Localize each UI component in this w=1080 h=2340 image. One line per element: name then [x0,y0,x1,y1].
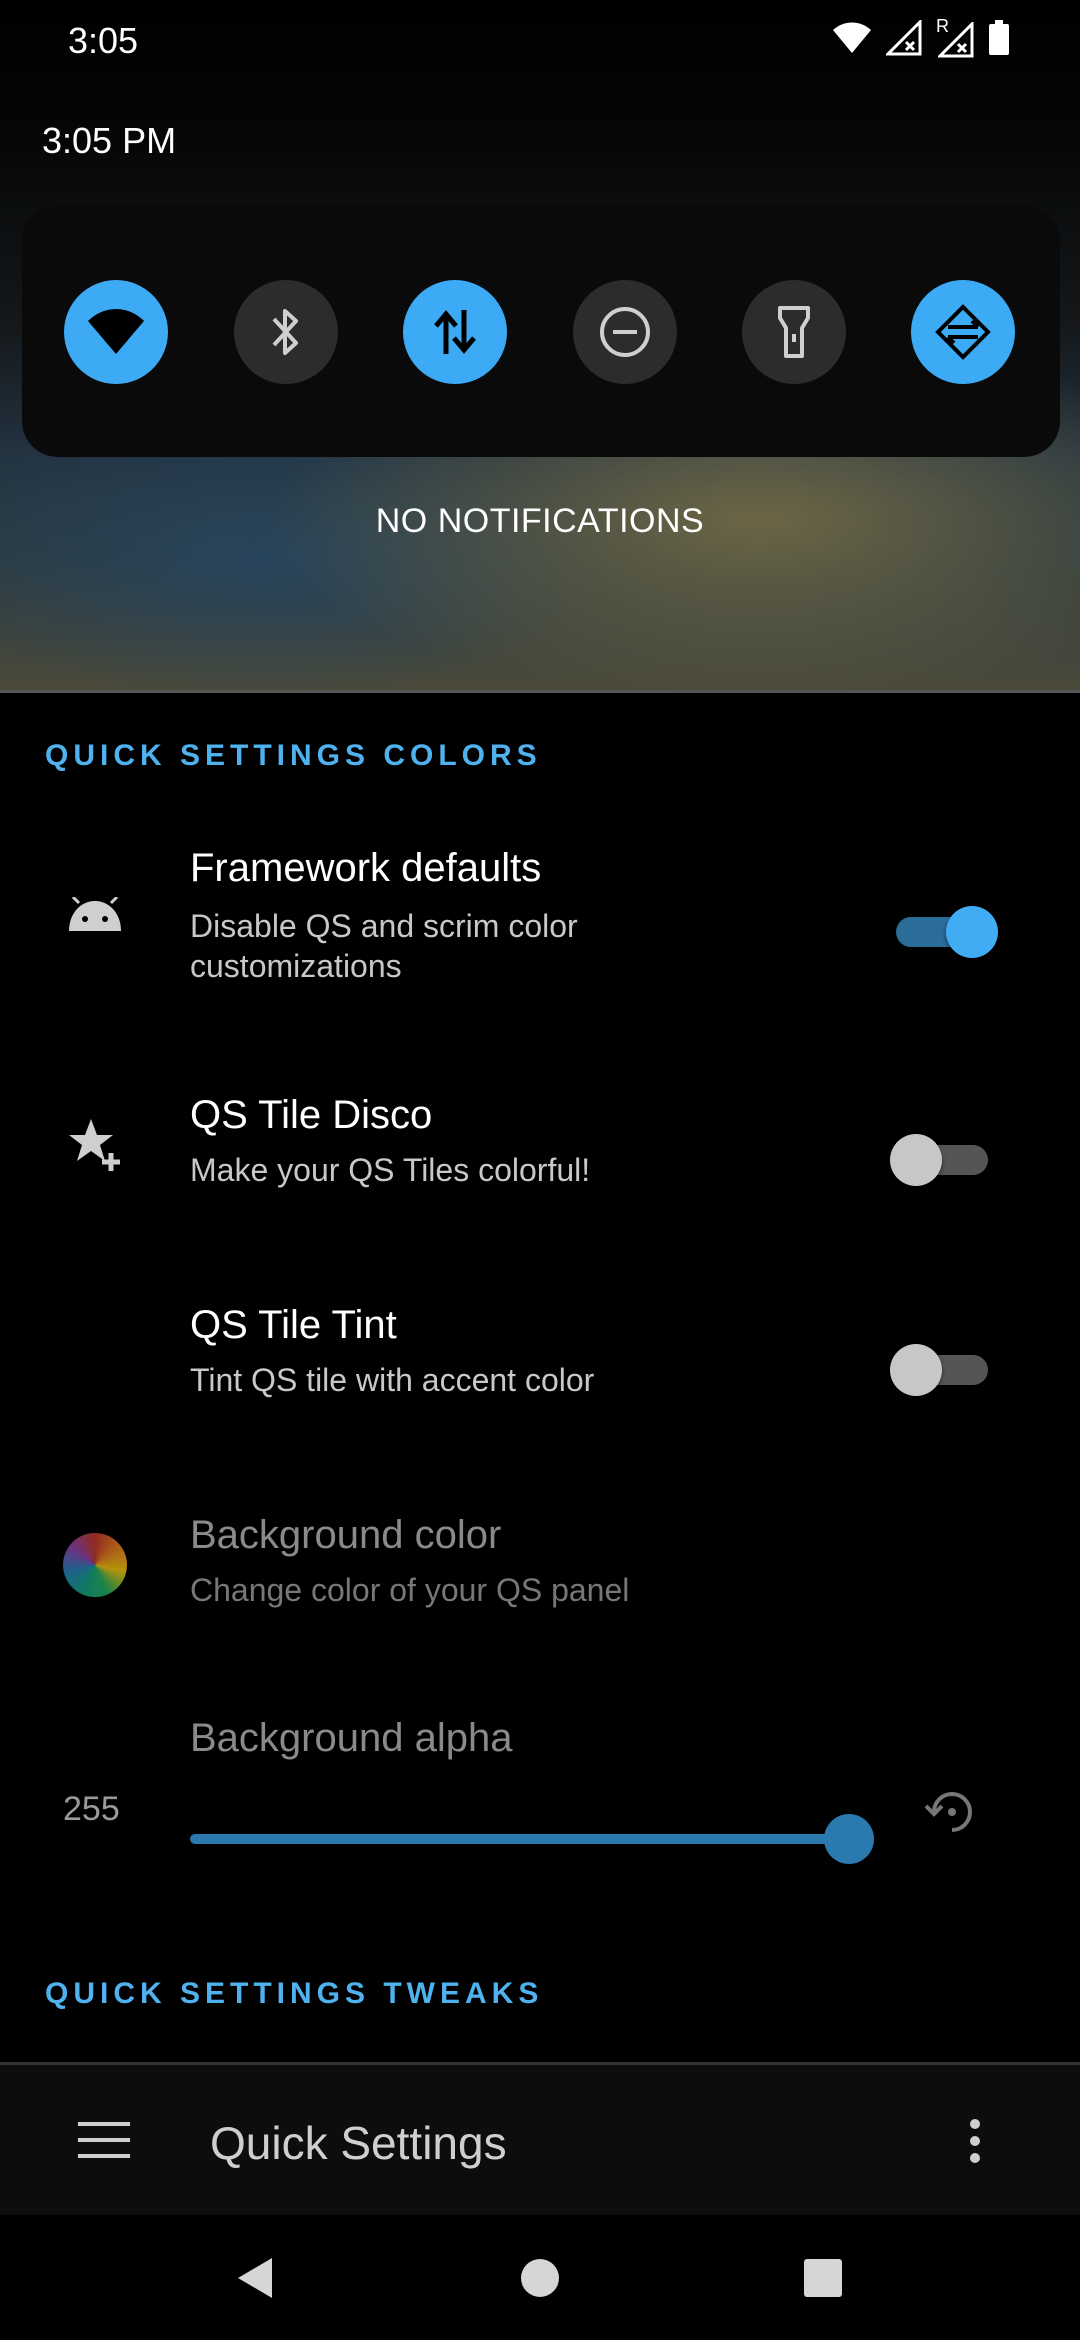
switch-thumb [890,1344,942,1396]
setting-title: Background color [190,1513,502,1557]
tile-bluetooth[interactable] [234,280,338,384]
flashlight-icon [778,306,810,358]
shade-divider [0,690,1080,693]
setting-title: QS Tile Tint [190,1303,397,1347]
framework-defaults-switch[interactable] [896,906,998,958]
dnd-icon [600,307,650,357]
qs-tile-tint-switch[interactable] [890,1344,988,1396]
qs-tile-disco-switch[interactable] [890,1134,988,1186]
setting-qs-tile-disco[interactable]: QS Tile Disco Make your QS Tiles colorfu… [0,1070,1080,1230]
tile-wifi[interactable] [64,280,168,384]
setting-background-color[interactable]: Background color Change color of your QS… [0,1490,1080,1650]
battery-icon [989,20,1009,55]
setting-title: Framework defaults [190,846,542,890]
setting-subtitle: Make your QS Tiles colorful! [190,1152,591,1188]
setting-qs-tile-tint[interactable]: QS Tile Tint Tint QS tile with accent co… [0,1280,1080,1440]
background-alpha-slider-thumb[interactable] [824,1814,874,1864]
setting-subtitle: Disable QS and scrim color customization… [190,908,578,984]
quick-settings-panel [22,205,1060,457]
app-bar-title: Quick Settings [210,2117,507,2169]
tile-mobile-data[interactable] [403,280,507,384]
shade-clock[interactable]: 3:05 PM [42,120,176,162]
recents-icon[interactable] [793,2248,853,2308]
star-plus-icon [60,1110,130,1180]
color-wheel-icon [60,1530,130,1600]
bottom-app-bar [0,2065,1080,2215]
bluetooth-icon [272,309,298,355]
tile-do-not-disturb[interactable] [573,280,677,384]
section-header-tweaks: QUICK SETTINGS TWEAKS [45,1977,544,2010]
tile-flashlight[interactable] [742,280,846,384]
reset-icon[interactable] [920,1780,984,1844]
switch-thumb [946,906,998,958]
data-arrows-icon [434,310,476,354]
status-bar: 3:05 R [0,0,1080,84]
wifi-icon [88,309,144,354]
background-alpha-value: 255 [63,1790,120,1828]
wifi-icon [833,22,871,53]
setting-framework-defaults[interactable]: Framework defaults Disable QS and scrim … [0,820,1080,1010]
setting-subtitle: Change color of your QS panel [190,1572,630,1608]
background-alpha-title: Background alpha [190,1716,513,1760]
no-notifications-label: NO NOTIFICATIONS [375,502,705,540]
home-icon[interactable] [510,2248,570,2308]
status-time: 3:05 [68,20,139,61]
section-header-colors: QUICK SETTINGS COLORS [45,739,542,772]
switch-thumb [890,1134,942,1186]
tile-auto-rotate[interactable] [911,280,1015,384]
background-alpha-slider-track[interactable] [190,1834,848,1844]
hamburger-menu-icon[interactable] [78,2120,130,2160]
status-icons: R [832,16,1010,58]
back-icon[interactable] [226,2248,286,2308]
signal-x-icon [886,20,922,56]
setting-title: QS Tile Disco [190,1093,433,1137]
roaming-signal-x-icon: R [936,16,974,58]
rotate-icon [935,304,991,360]
setting-subtitle: Tint QS tile with accent color [190,1362,595,1398]
android-icon [60,880,130,950]
more-vert-icon[interactable] [960,2116,990,2166]
